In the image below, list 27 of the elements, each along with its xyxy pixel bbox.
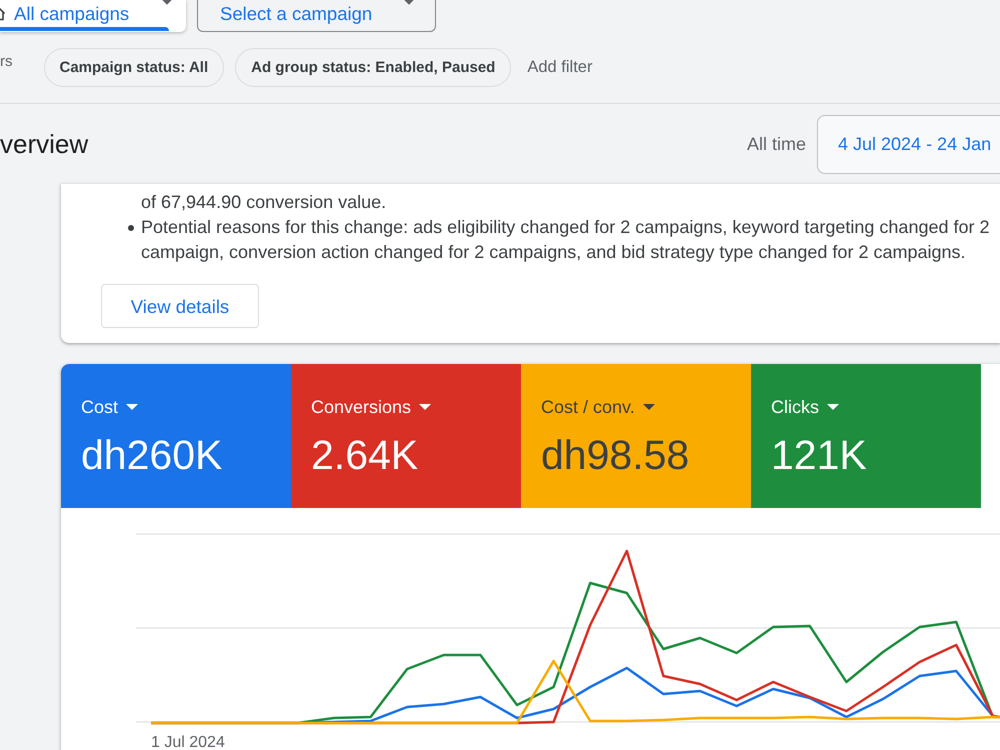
view-details-button[interactable]: View details (101, 284, 259, 328)
metric-selector[interactable]: Cost / conv. (541, 397, 655, 417)
bullet-icon (128, 225, 134, 231)
metric-selector[interactable]: Clicks (771, 397, 839, 417)
campaign-selector[interactable]: All campaigns (0, 0, 186, 32)
date-range-picker[interactable]: 4 Jul 2024 - 24 Jan (817, 114, 1000, 174)
caret-icon (419, 404, 432, 410)
caret-icon (126, 404, 138, 410)
metric-value: 121K (771, 432, 867, 478)
axis-label: 1 Jul 2024 (151, 734, 225, 750)
add-filter-link[interactable]: Add filter (527, 58, 592, 77)
insight-text: Potential reasons for this change: ads eligibility changed for 2 campaigns, keyword targeting changed for 2 campaign, conversion action changed for 2 campaigns, and bid strategy type changed for 2 campaigns. (141, 216, 990, 264)
insight-text: of 67,944.90 conversion value. (141, 191, 386, 214)
metric-selector[interactable]: Conversions (311, 397, 432, 417)
filter-chip[interactable]: Ad group status: Enabled, Paused (235, 48, 512, 87)
caret-icon (827, 404, 839, 410)
filters-label: rs (0, 53, 12, 70)
page-title: verview (0, 128, 88, 160)
range-label: All time (746, 134, 806, 154)
caret-icon (642, 404, 655, 410)
metric-value: 2.64K (311, 432, 418, 478)
metric-value: dh260K (81, 432, 222, 478)
metric-value: dh98.58 (541, 432, 690, 478)
filter-chip[interactable]: Campaign status: All (44, 48, 224, 87)
campaign-selector[interactable]: Select a campaign (197, 0, 436, 32)
home-icon (0, 6, 6, 21)
metric-selector[interactable]: Cost (81, 397, 138, 417)
